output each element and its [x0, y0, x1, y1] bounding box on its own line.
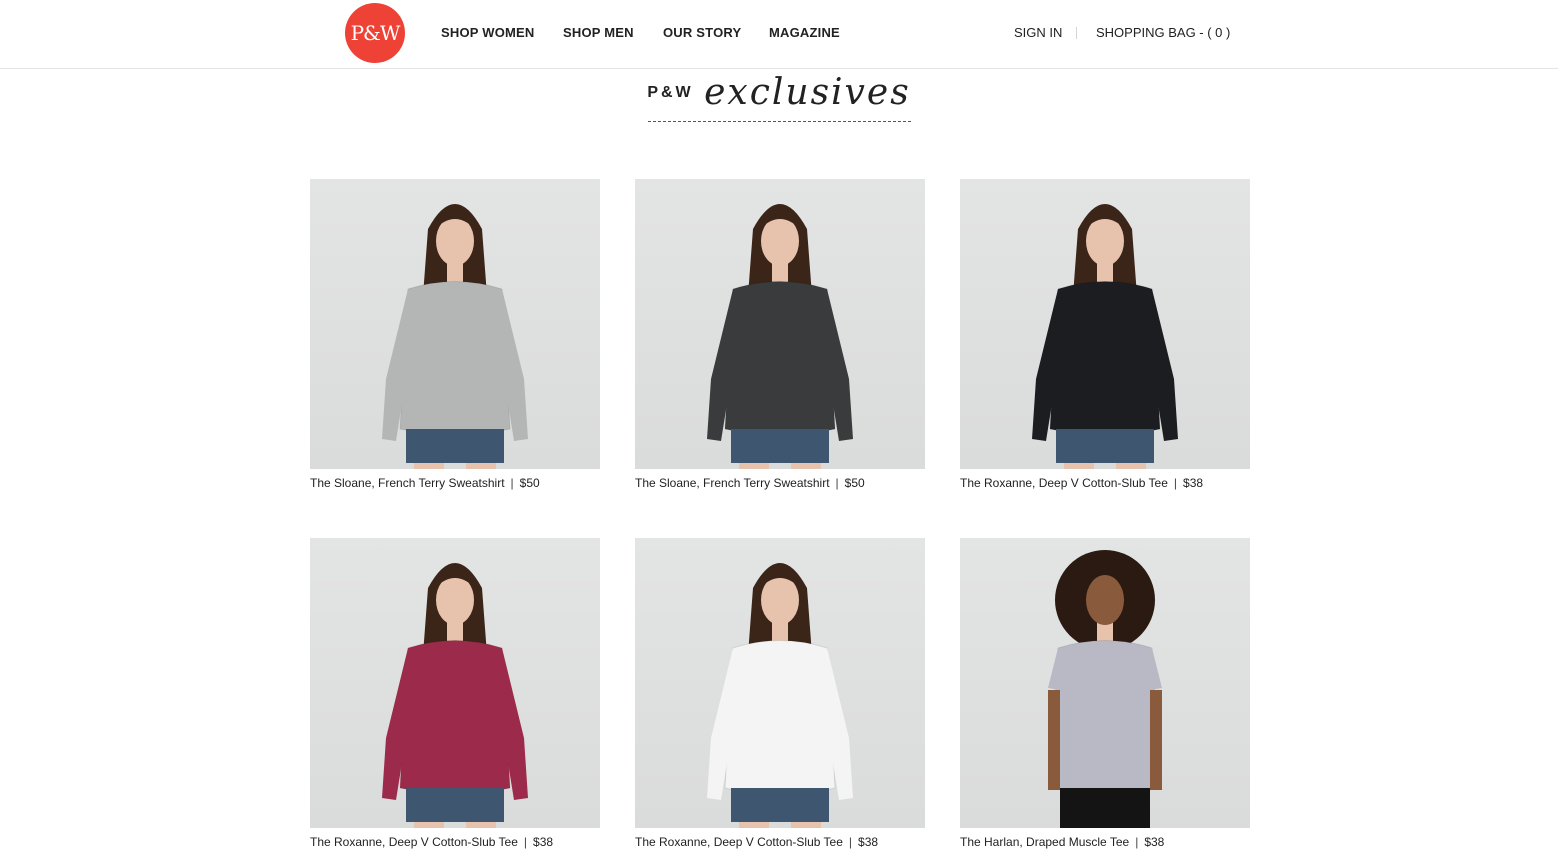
product-caption[interactable]: The Harlan, Draped Muscle Tee | $38 — [960, 835, 1250, 849]
product-price: $50 — [519, 476, 540, 490]
product-card[interactable]: The Roxanne, Deep V Cotton-Slub Tee | $38 — [310, 538, 600, 849]
leg-left — [739, 822, 769, 828]
nav-our-story[interactable]: OUR STORY — [663, 25, 741, 40]
leg-left — [739, 463, 769, 469]
shorts — [1056, 429, 1154, 463]
face — [761, 216, 799, 266]
leg-right — [466, 822, 496, 828]
face — [761, 575, 799, 625]
product-caption[interactable]: The Roxanne, Deep V Cotton-Slub Tee | $38 — [635, 835, 925, 849]
shopping-bag-link[interactable]: SHOPPING BAG - ( 0 ) — [1096, 25, 1230, 40]
product-caption[interactable]: The Roxanne, Deep V Cotton-Slub Tee | $38 — [960, 476, 1250, 490]
product-name: The Sloane, French Terry Sweatshirt — [310, 476, 505, 490]
header-divider — [1076, 27, 1077, 39]
garment — [399, 640, 511, 795]
sign-in-link[interactable]: SIGN IN — [1014, 25, 1062, 40]
product-name: The Roxanne, Deep V Cotton-Slub Tee — [960, 476, 1168, 490]
arm-left — [1048, 690, 1060, 790]
face — [1086, 216, 1124, 266]
nav-magazine[interactable]: MAGAZINE — [769, 25, 840, 40]
leggings — [1060, 788, 1150, 828]
leg-right — [791, 822, 821, 828]
site-header: P&W SHOP WOMEN SHOP MEN OUR STORY MAGAZI… — [0, 0, 1558, 69]
model-figure — [1048, 550, 1162, 828]
face — [1086, 575, 1124, 625]
leg-right — [466, 463, 496, 469]
garment — [724, 281, 836, 436]
garment — [724, 640, 836, 795]
product-price: $38 — [1183, 476, 1204, 490]
product-price: $38 — [858, 835, 879, 849]
shorts — [731, 788, 829, 822]
shorts — [406, 788, 504, 822]
model-figure — [1032, 204, 1178, 469]
product-card[interactable]: The Roxanne, Deep V Cotton-Slub Tee | $38 — [635, 538, 925, 849]
shorts — [731, 429, 829, 463]
product-card[interactable]: The Sloane, French Terry Sweatshirt | $50 — [310, 179, 600, 490]
product-name: The Roxanne, Deep V Cotton-Slub Tee — [635, 835, 843, 849]
model-figure — [707, 563, 853, 828]
product-photo[interactable] — [960, 179, 1250, 469]
product-card[interactable]: The Harlan, Draped Muscle Tee | $38 — [960, 538, 1250, 849]
product-card[interactable]: The Roxanne, Deep V Cotton-Slub Tee | $38 — [960, 179, 1250, 490]
product-caption[interactable]: The Sloane, French Terry Sweatshirt | $50 — [310, 476, 600, 490]
product-photo[interactable] — [635, 179, 925, 469]
leg-right — [791, 463, 821, 469]
garment — [1049, 640, 1161, 795]
shorts — [406, 429, 504, 463]
product-photo[interactable] — [635, 538, 925, 828]
product-photo[interactable] — [310, 179, 600, 469]
arm-right — [1150, 690, 1162, 790]
face — [436, 575, 474, 625]
leg-left — [414, 822, 444, 828]
leg-right — [1116, 463, 1146, 469]
product-caption[interactable]: The Roxanne, Deep V Cotton-Slub Tee | $38 — [310, 835, 600, 849]
page-title-brand: P&W — [647, 83, 694, 101]
model-figure — [382, 204, 528, 469]
leg-left — [414, 463, 444, 469]
page-title: P&W exclusives — [0, 72, 1558, 113]
model-figure — [707, 204, 853, 469]
product-price: $38 — [533, 835, 554, 849]
product-price: $50 — [844, 476, 865, 490]
pw-logo[interactable]: P&W — [345, 3, 405, 63]
garment — [1049, 281, 1161, 436]
title-divider — [648, 121, 911, 122]
leg-left — [1064, 463, 1094, 469]
garment — [399, 281, 511, 436]
nav-shop-women[interactable]: SHOP WOMEN — [441, 25, 535, 40]
model-figure — [382, 563, 528, 828]
product-name: The Harlan, Draped Muscle Tee — [960, 835, 1130, 849]
product-photo[interactable] — [310, 538, 600, 828]
product-photo[interactable] — [960, 538, 1250, 828]
product-caption[interactable]: The Sloane, French Terry Sweatshirt | $50 — [635, 476, 925, 490]
product-price: $38 — [1144, 835, 1165, 849]
nav-shop-men[interactable]: SHOP MEN — [563, 25, 634, 40]
face — [436, 216, 474, 266]
product-name: The Sloane, French Terry Sweatshirt — [635, 476, 830, 490]
page-title-script: exclusives — [704, 72, 911, 113]
product-name: The Roxanne, Deep V Cotton-Slub Tee — [310, 835, 518, 849]
product-card[interactable]: The Sloane, French Terry Sweatshirt | $50 — [635, 179, 925, 490]
